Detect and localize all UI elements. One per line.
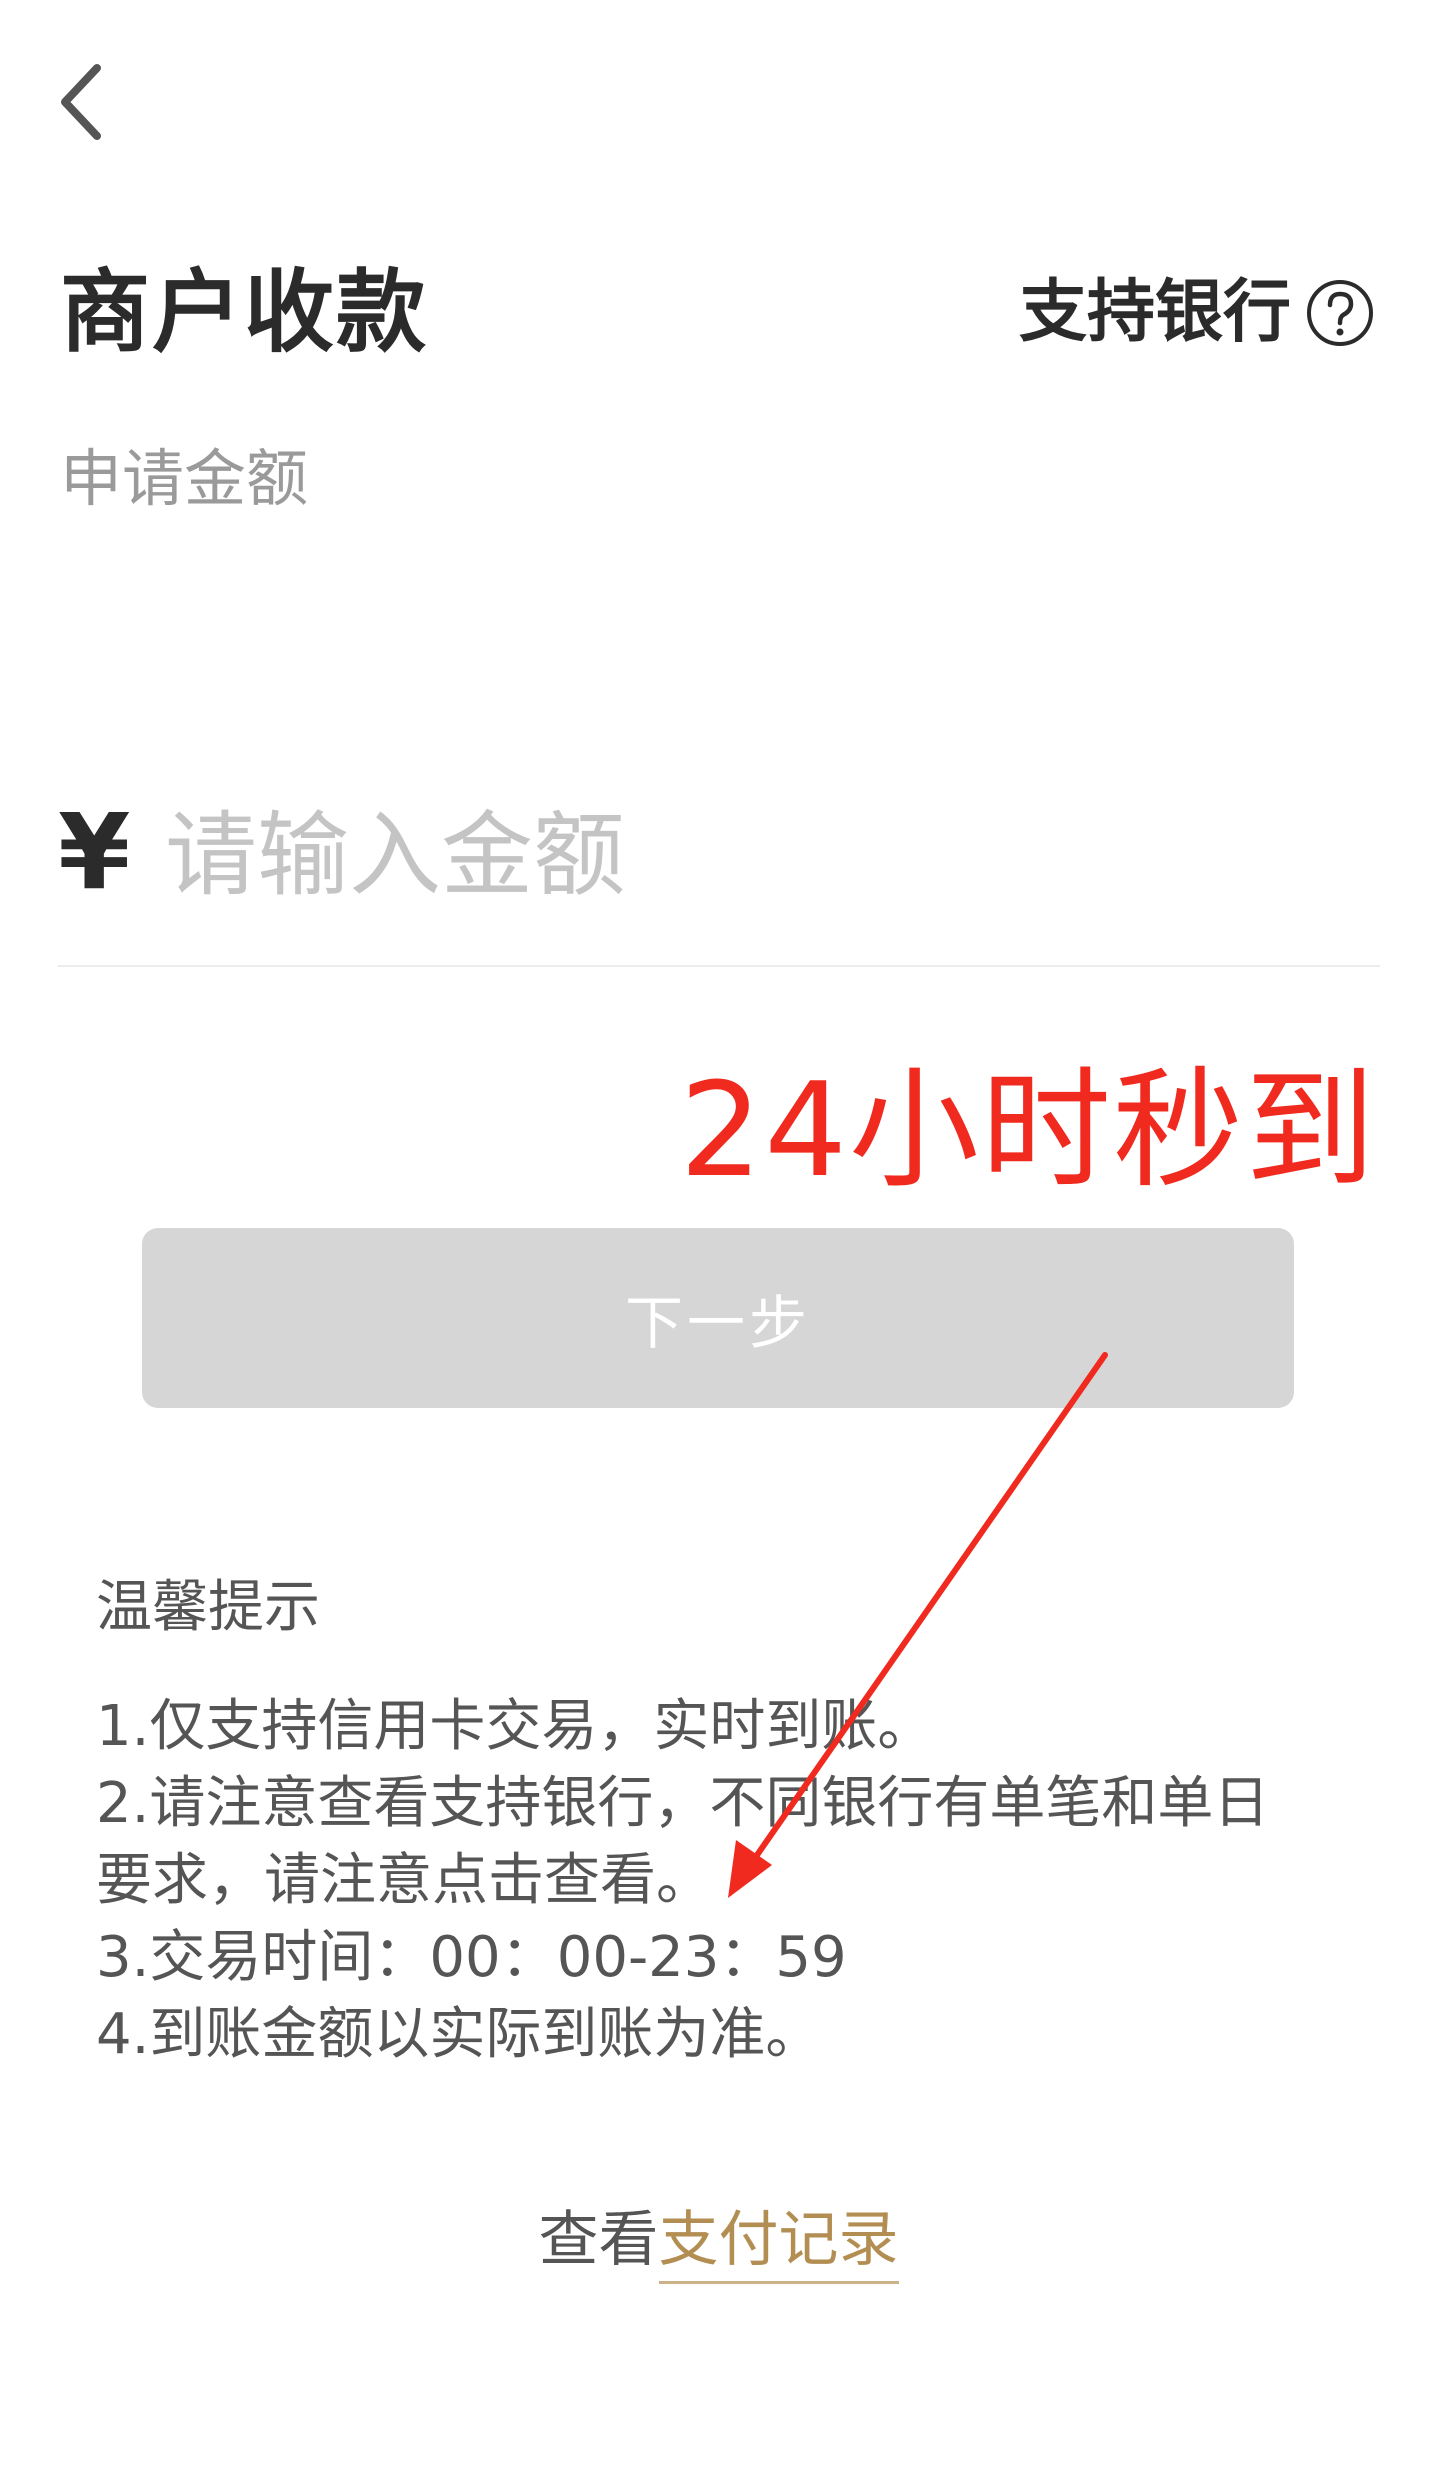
tips-list: 1.仅支持信用卡交易，实时到账。 2.请注意查看支持银行，不同银行有单笔和单日 … (96, 1688, 1356, 2073)
tip-line: 2.请注意查看支持银行，不同银行有单笔和单日 (96, 1771, 1270, 1836)
chevron-left-icon[interactable] (55, 62, 107, 142)
tip-line: 3.交易时间：00：00-23：59 (96, 1925, 847, 1990)
next-step-button[interactable]: 下一步 (142, 1228, 1294, 1408)
supported-banks-link[interactable]: 支持银行 (1019, 278, 1375, 348)
tips-title: 温馨提示 (96, 1575, 320, 1640)
amount-input[interactable] (165, 790, 1365, 920)
input-divider (58, 965, 1380, 967)
tip-line: 4.到账金额以实际到账为准。 (96, 2002, 822, 2067)
question-circle-icon (1307, 280, 1373, 346)
tip-line: 1.仅支持信用卡交易，实时到账。 (96, 1694, 934, 1759)
records-prefix: 查看 (538, 2205, 659, 2275)
currency-symbol: ¥ (58, 791, 131, 913)
amount-label: 申请金额 (60, 442, 309, 515)
page-title: 商户收款 (60, 260, 428, 365)
payment-records-link[interactable]: 支付记录 (658, 2205, 899, 2284)
tip-line: 要求，请注意点击查看。 (96, 1848, 712, 1913)
payment-records-row: 查看支付记录 (0, 2205, 1437, 2284)
annotation-text: 24小时秒到 (679, 1054, 1377, 1206)
supported-banks-label: 支持银行 (1018, 273, 1291, 352)
